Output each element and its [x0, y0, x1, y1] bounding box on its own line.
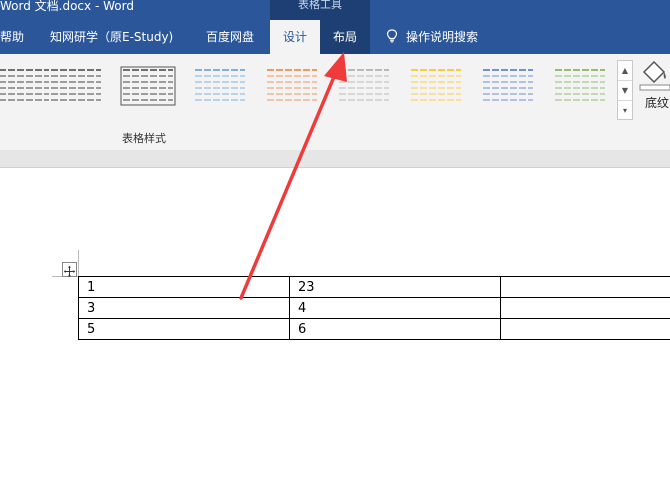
gallery-down-icon[interactable]: ▼ [618, 81, 632, 101]
table-tools-context-header: 表格工具 [270, 0, 370, 20]
table-cell[interactable]: 4 [289, 297, 501, 319]
table-cell[interactable]: 23 [289, 276, 501, 298]
table-style-thumb[interactable] [264, 66, 320, 106]
table-style-thumb[interactable] [0, 66, 52, 106]
lightbulb-icon [386, 20, 398, 54]
table-style-thumb[interactable] [192, 66, 248, 106]
table-cell[interactable]: 6 [289, 318, 501, 340]
table-cell[interactable]: 5 [78, 318, 290, 340]
table-style-thumb[interactable] [480, 66, 536, 106]
tab-baidu-netdisk[interactable]: 百度网盘 [206, 20, 254, 54]
table-style-thumb[interactable] [48, 66, 104, 106]
tab-layout[interactable]: 布局 [320, 20, 370, 54]
table-cell[interactable]: 3 [78, 297, 290, 319]
table-cell[interactable]: 1 [78, 276, 290, 298]
table-style-thumb[interactable] [336, 66, 392, 106]
margin-corner-mark [78, 250, 79, 276]
ruler-strip [0, 150, 670, 168]
ribbon-tab-bar: 帮助 知网研学（原E-Study) 百度网盘 设计 布局 操作说明搜索 [0, 20, 670, 54]
shading-label: 底纹 [645, 96, 670, 110]
ribbon-panel: ▲ ▼ ▾ 底纹 表格样式 [0, 54, 670, 151]
table-style-thumb[interactable] [408, 66, 464, 106]
gallery-more-icon[interactable]: ▾ [618, 101, 632, 120]
table-style-thumb[interactable] [552, 66, 608, 106]
table-move-handle-icon[interactable] [62, 262, 77, 278]
gallery-up-icon[interactable]: ▲ [618, 61, 632, 81]
table-cell[interactable] [500, 318, 670, 340]
window-title: Word 文档.docx - Word [0, 0, 134, 13]
table-row: 3 4 [78, 297, 670, 319]
table-styles-group-label: 表格样式 [122, 132, 166, 145]
table-row: 5 6 [78, 318, 670, 340]
title-bar: Word 文档.docx - Word 表格工具 [0, 0, 670, 20]
tell-me-search[interactable]: 操作说明搜索 [386, 20, 478, 54]
context-group-label: 表格工具 [298, 0, 342, 11]
tab-design[interactable]: 设计 [270, 20, 320, 54]
table-styles-gallery [0, 60, 615, 110]
table-cell[interactable] [500, 297, 670, 319]
paint-bucket-icon [639, 60, 670, 91]
tell-me-label: 操作说明搜索 [406, 30, 479, 44]
table-row: 1 23 [78, 276, 670, 298]
gallery-scroll: ▲ ▼ ▾ [617, 60, 633, 120]
table-style-thumb[interactable] [120, 66, 176, 106]
document-table: 1 23 3 4 5 6 [78, 276, 670, 340]
tab-help[interactable]: 帮助 [0, 20, 24, 54]
table-cell[interactable] [500, 276, 670, 298]
tab-cnki-estudy[interactable]: 知网研学（原E-Study) [50, 20, 173, 54]
